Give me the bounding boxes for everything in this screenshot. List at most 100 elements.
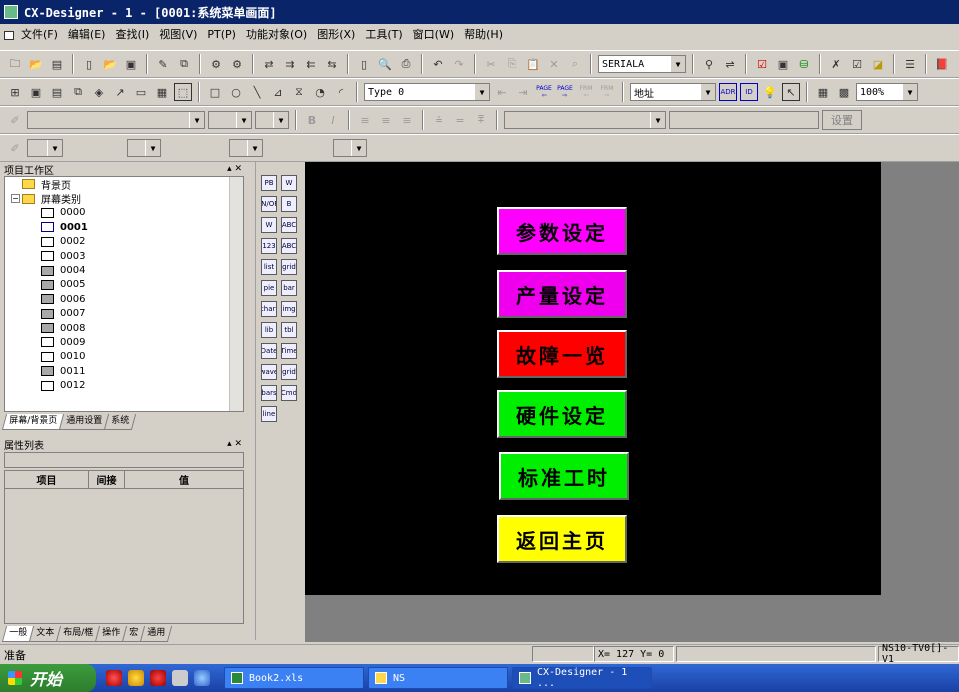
tree-screen-item[interactable]: 0011 (9, 364, 243, 378)
screen-menu-button[interactable]: 故障一览 (497, 330, 627, 378)
tree-screen-item[interactable]: 0001 (9, 220, 243, 234)
task-excel[interactable]: Book2.xls (224, 667, 364, 689)
save-icon[interactable]: ▣ (122, 55, 140, 73)
pointer-icon[interactable]: ↖ (782, 83, 800, 101)
align-right-text-icon[interactable]: ≡ (398, 111, 416, 129)
frame-prev-icon[interactable]: FRM ⇦ (577, 83, 595, 101)
redo-icon[interactable]: ↷ (450, 55, 468, 73)
line-width-select[interactable]: ▼ (333, 139, 367, 157)
tab-common[interactable]: 通用 (139, 626, 173, 642)
valign-bottom-icon[interactable]: ⩱ (472, 111, 490, 129)
brush-icon[interactable]: ✐ (6, 111, 24, 129)
sync-icon[interactable]: ⇆ (323, 55, 341, 73)
paste-icon[interactable]: 📋 (524, 55, 542, 73)
check-icon[interactable]: ☑ (753, 55, 771, 73)
new-screen-icon[interactable]: ▯ (80, 55, 98, 73)
window-icon[interactable]: ▤ (48, 83, 66, 101)
setting-button[interactable]: 设置 (822, 110, 862, 130)
menu-help[interactable]: 帮助(H) (459, 25, 508, 45)
edit-icon[interactable]: ✎ (154, 55, 172, 73)
screen-check-icon[interactable]: ▣ (774, 55, 792, 73)
chevron-down-icon[interactable]: ▼ (145, 140, 160, 156)
address-select[interactable]: 地址 ▼ (630, 83, 716, 101)
document-menu-icon[interactable] (4, 30, 14, 40)
zoom-select[interactable]: 100% ▼ (856, 83, 918, 101)
italic-icon[interactable]: I (324, 111, 342, 129)
menu-window[interactable]: 窗口(W) (408, 25, 459, 45)
arrow-icon[interactable]: ↗ (111, 83, 129, 101)
compile-all-icon[interactable]: ⚙ (228, 55, 246, 73)
bulb-icon[interactable]: 💡 (761, 83, 779, 101)
delete-icon[interactable]: ✕ (545, 55, 563, 73)
book-icon[interactable]: 📕 (933, 55, 951, 73)
palette-object-icon[interactable]: img (281, 300, 297, 317)
tab-common-settings[interactable]: 通用设置 (58, 414, 110, 430)
palette-object-icon[interactable]: PB (261, 174, 277, 191)
palette-object-icon[interactable]: pie (261, 279, 277, 296)
bold-icon[interactable]: B (303, 111, 321, 129)
chevron-down-icon[interactable]: ▼ (189, 112, 204, 128)
tab-screen-background[interactable]: 屏幕/背景页 (1, 414, 65, 430)
palette-object-icon[interactable]: B (281, 195, 297, 212)
table-icon[interactable]: ▦ (153, 83, 171, 101)
font-select[interactable]: ▼ (27, 111, 205, 129)
panel-controls[interactable]: ▴ ✕ (227, 439, 242, 449)
tree-screen-item[interactable]: 0012 (9, 378, 243, 392)
save-all-icon[interactable]: ▤ (48, 55, 66, 73)
palette-object-icon[interactable]: wave (261, 363, 277, 380)
circle-icon[interactable]: ○ (227, 83, 245, 101)
palette-object-icon[interactable]: grid (281, 363, 297, 380)
menu-view[interactable]: 视图(V) (154, 25, 202, 45)
page-next-icon[interactable]: PAGE ⇨ (556, 83, 574, 101)
palette-object-icon[interactable]: Cmd (281, 384, 297, 401)
open-project-icon[interactable]: 📂 (27, 55, 45, 73)
window-copy-icon[interactable]: ⧉ (69, 83, 87, 101)
label-select[interactable]: ▼ (504, 111, 666, 129)
palette-object-icon[interactable]: bars (261, 384, 277, 401)
page-prev-icon[interactable]: PAGE ⇦ (535, 83, 553, 101)
tab-system[interactable]: 系统 (103, 414, 137, 430)
select-icon[interactable]: ⬚ (174, 83, 192, 101)
tree-screen-item[interactable]: 0003 (9, 249, 243, 263)
palette-object-icon[interactable]: chart (261, 300, 277, 317)
align-right-icon[interactable]: ⇥ (514, 83, 532, 101)
screen-menu-button[interactable]: 硬件设定 (497, 390, 627, 438)
checklist-icon[interactable]: ☑ (848, 55, 866, 73)
menu-functional-objects[interactable]: 功能对象(O) (241, 25, 312, 45)
chevron-down-icon[interactable]: ▼ (700, 84, 715, 100)
media-icon[interactable] (106, 670, 122, 686)
serial-port-select[interactable]: SERIALA ▼ (598, 55, 686, 73)
palette-object-icon[interactable]: ABC (281, 237, 297, 254)
palette-object-icon[interactable]: ABC (281, 216, 297, 233)
sector-icon[interactable]: ◔ (311, 83, 329, 101)
palette-object-icon[interactable]: W (281, 174, 297, 191)
valign-top-icon[interactable]: ⩮ (430, 111, 448, 129)
screen-canvas[interactable]: 参数设定 产量设定 故障一览 硬件设定 标准工时 返回主页 (305, 162, 881, 595)
palette-object-icon[interactable]: lib (261, 321, 277, 338)
ie-icon[interactable] (194, 670, 210, 686)
property-object-select[interactable] (4, 452, 244, 468)
transfer-from-icon[interactable]: ⇇ (302, 55, 320, 73)
acrobat-icon[interactable] (150, 670, 166, 686)
type-select[interactable]: Type 0 ▼ (364, 83, 490, 101)
chevron-down-icon[interactable]: ▼ (273, 112, 288, 128)
palette-object-icon[interactable]: Date (261, 342, 277, 359)
chevron-down-icon[interactable]: ▼ (351, 140, 366, 156)
label-text-field[interactable] (669, 111, 819, 129)
tree-scrollbar[interactable] (229, 177, 243, 411)
menu-graphics[interactable]: 图形(X) (312, 25, 360, 45)
find-icon[interactable]: ⌕ (566, 55, 584, 73)
polyline-icon[interactable]: ⊿ (269, 83, 287, 101)
menu-pt[interactable]: PT(P) (202, 25, 241, 45)
color-select[interactable]: ▼ (255, 111, 289, 129)
id-icon[interactable]: ID (740, 83, 758, 101)
tree-screen-item[interactable]: 0007 (9, 307, 243, 321)
chevron-down-icon[interactable]: ▼ (670, 56, 685, 72)
menu-file[interactable]: 文件(F) (16, 25, 63, 45)
panel-controls[interactable]: ▴ ✕ (227, 164, 242, 174)
line-color-select[interactable]: ▼ (27, 139, 63, 157)
chevron-down-icon[interactable]: ▼ (650, 112, 665, 128)
screen-menu-button[interactable]: 产量设定 (497, 270, 627, 318)
screen-view-icon[interactable]: ▣ (27, 83, 45, 101)
palette-object-icon[interactable]: line (261, 405, 277, 422)
